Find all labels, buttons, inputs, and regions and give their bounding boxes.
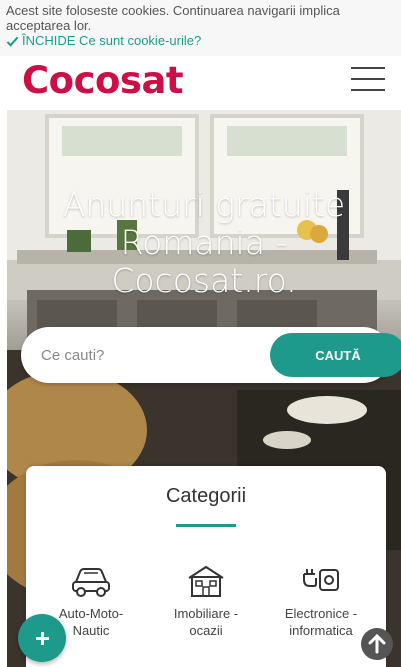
- search-button[interactable]: CAUTĂ: [270, 333, 401, 377]
- categories-card: Categorii Auto-Moto- Nautic Imobiliare -…: [26, 466, 386, 667]
- arrow-up-icon[interactable]: [361, 628, 393, 660]
- category-label: Imobiliare - ocazii: [173, 606, 239, 638]
- site-header: Cocosat: [0, 56, 401, 108]
- site-logo[interactable]: Cocosat: [22, 59, 184, 103]
- cookie-close-link[interactable]: ÎNCHIDE Ce sunt cookie-urile?: [6, 33, 395, 49]
- house-icon: [188, 565, 224, 597]
- cookie-message: Acest site foloseste cookies. Continuare…: [6, 3, 340, 33]
- cookie-banner: Acest site foloseste cookies. Continuare…: [0, 0, 401, 56]
- search-input[interactable]: [41, 340, 241, 370]
- electronics-plug-icon: [303, 569, 339, 591]
- arrow-up-glyph: [368, 633, 386, 654]
- car-icon: [72, 568, 110, 597]
- cookie-close-label[interactable]: ÎNCHIDE Ce sunt cookie-urile?: [22, 33, 201, 49]
- category-imobiliare[interactable]: Imobiliare - ocazii: [151, 564, 261, 639]
- search-bar: CAUTĂ: [21, 327, 401, 383]
- title-underline: [176, 524, 236, 527]
- check-icon: [6, 36, 19, 47]
- hamburger-menu-icon[interactable]: [351, 67, 385, 93]
- plus-icon[interactable]: [18, 614, 66, 662]
- category-electronice[interactable]: Electronice - informatica: [266, 564, 376, 639]
- categories-title: Categorii: [165, 485, 247, 507]
- hero-title: Anunturi gratuite Romania - Cocosat.ro.: [62, 185, 346, 300]
- category-label: Electronice - informatica: [284, 606, 358, 638]
